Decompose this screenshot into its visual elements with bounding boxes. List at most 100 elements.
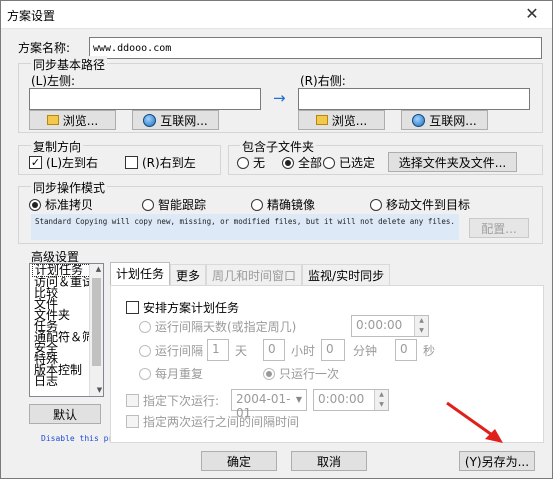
globe-icon: [143, 113, 157, 127]
copy-direction-title: 复制方向: [31, 138, 84, 155]
exact-mirror-label: 精确镜像: [267, 198, 316, 212]
run-once-radio[interactable]: 只运行一次: [263, 365, 339, 382]
radio-icon: [139, 344, 151, 357]
tab-monitor-realtime[interactable]: 监视/实时同步: [302, 264, 391, 285]
radio-icon: [323, 156, 335, 169]
monthly-repeat-radio[interactable]: 每月重复: [139, 365, 203, 382]
chevron-down-icon[interactable]: ▼: [292, 390, 306, 410]
interval-days-radio[interactable]: 运行间隔天数(或指定周几): [139, 318, 296, 335]
checkbox-empty-icon: [126, 394, 139, 407]
default-button[interactable]: 默认: [29, 404, 101, 424]
move-files-label: 移动文件到目标: [386, 198, 471, 212]
scroll-up-icon: ▲: [95, 265, 102, 273]
checkbox-empty-icon: [125, 156, 138, 169]
between-runs-checkbox[interactable]: 指定两次运行之间的间隔时间: [126, 413, 299, 430]
select-folders-button[interactable]: 选择文件夹及文件...: [388, 152, 517, 172]
config-button[interactable]: 配置...: [469, 218, 529, 238]
monthly-repeat-label: 每月重复: [155, 367, 204, 381]
radio-icon: [237, 156, 249, 169]
minute-unit: 分钟: [353, 344, 378, 358]
subfolders-title: 包含子文件夹: [240, 138, 317, 155]
next-run-label: 指定下次运行:: [143, 394, 220, 408]
left-internet-button[interactable]: 互联网...: [132, 110, 219, 130]
spinner-arrows-icon[interactable]: ▲ ▼: [414, 316, 428, 336]
run-interval-radio[interactable]: 运行间隔: [139, 342, 203, 359]
next-run-date-picker[interactable]: 2004-01-01 ▼: [231, 389, 307, 420]
subfolders-all-label: 全部: [298, 156, 323, 170]
folder-icon: [46, 115, 59, 125]
seconds-input[interactable]: 0: [395, 339, 417, 361]
tab-weekday-window[interactable]: 周几和时间窗口: [206, 264, 303, 285]
next-run-time-spinner[interactable]: 0:00:00 ▲ ▼: [313, 389, 389, 411]
left-to-right-checkbox[interactable]: ✓ (L)左到右: [29, 154, 98, 171]
hour-unit: 小时: [291, 344, 316, 358]
right-browse-button[interactable]: 浏览...: [298, 110, 385, 130]
right-internet-label: 互联网...: [429, 113, 477, 128]
minutes-input[interactable]: 0: [321, 339, 345, 361]
next-run-time-value: 0:00:00: [318, 392, 365, 406]
sync-mode-title: 同步操作模式: [31, 179, 108, 196]
checkmark-icon: ✓: [29, 156, 42, 169]
radio-icon: [251, 198, 263, 211]
sync-path-title: 同步基本路径: [31, 56, 108, 73]
interval-days-label: 运行间隔天数(或指定周几): [155, 320, 297, 334]
left-to-right-label: (L)左到右: [46, 156, 99, 170]
right-path-input[interactable]: [298, 88, 530, 110]
window-title: 方案设置: [7, 9, 56, 23]
tab-more[interactable]: 更多: [170, 264, 207, 285]
exact-mirror-radio[interactable]: 精确镜像: [251, 196, 315, 213]
left-path-input[interactable]: [29, 88, 261, 110]
subfolders-none-radio[interactable]: 无: [237, 154, 265, 171]
title-bar: 方案设置 ✕: [1, 1, 552, 29]
between-runs-label: 指定两次运行之间的间隔时间: [143, 415, 300, 429]
radio-selected-icon: [263, 367, 275, 380]
right-internet-button[interactable]: 互联网...: [401, 110, 488, 130]
left-path-label: (L)左侧:: [31, 74, 76, 88]
right-to-left-checkbox[interactable]: (R)右到左: [125, 154, 196, 171]
list-scrollbar[interactable]: ▲ ▼: [89, 264, 103, 396]
hours-input[interactable]: 0: [263, 339, 285, 361]
sync-mode-description: Standard Copying will copy new, missing,…: [31, 214, 459, 240]
globe-icon: [412, 113, 426, 127]
cancel-button[interactable]: 取消: [291, 451, 367, 471]
scheme-name-label: 方案名称:: [18, 41, 71, 55]
schedule-task-label: 安排方案计划任务: [143, 301, 240, 315]
interval-value-input[interactable]: 1: [207, 339, 229, 361]
left-browse-button[interactable]: 浏览...: [29, 110, 116, 130]
move-files-radio[interactable]: 移动文件到目标: [370, 196, 470, 213]
standard-copy-radio[interactable]: 标准拷贝: [29, 196, 93, 213]
ok-button[interactable]: 确定: [201, 451, 277, 471]
smart-track-radio[interactable]: 智能跟踪: [142, 196, 206, 213]
interval-days-time-value: 0:00:00: [356, 318, 403, 332]
subfolders-selected-radio[interactable]: 已选定: [323, 154, 375, 171]
radio-selected-icon: [282, 156, 294, 169]
annotation-arrow-icon: [446, 401, 503, 443]
close-icon[interactable]: ✕: [522, 4, 542, 24]
subfolders-selected-label: 已选定: [339, 156, 376, 170]
right-browse-label: 浏览...: [331, 113, 368, 128]
smart-track-label: 智能跟踪: [158, 198, 207, 212]
day-unit: 天: [235, 344, 248, 358]
checkbox-empty-icon: [126, 301, 139, 314]
radio-selected-icon: [29, 198, 41, 211]
checkbox-empty-icon: [126, 415, 139, 428]
next-run-checkbox[interactable]: 指定下次运行:: [126, 392, 219, 409]
subfolders-all-radio[interactable]: 全部: [282, 154, 322, 171]
sync-direction-arrow-icon: →: [273, 89, 286, 107]
scroll-thumb[interactable]: [92, 278, 101, 366]
right-to-left-label: (R)右到左: [142, 156, 196, 170]
right-path-label: (R)右侧:: [300, 74, 346, 88]
scheme-name-input[interactable]: [89, 37, 542, 59]
save-as-button[interactable]: (Y)另存为...: [459, 451, 535, 471]
advanced-category-list[interactable]: 计划任务 访问＆重试 比较 文件 文件夹 任务 通配符＆筛 安全 特殊 版本控制 日志 ▲ ▼: [29, 263, 104, 397]
radio-icon: [142, 198, 154, 211]
scheme-settings-dialog: 方案设置 ✕ 方案名称: 同步基本路径 (L)左侧: → (R)右侧: 浏览..…: [0, 0, 553, 479]
left-browse-label: 浏览...: [62, 113, 99, 128]
schedule-task-checkbox[interactable]: 安排方案计划任务: [126, 299, 239, 316]
radio-icon: [139, 320, 151, 333]
tab-schedule[interactable]: 计划任务: [110, 262, 171, 285]
second-unit: 秒: [423, 344, 436, 358]
scroll-down-icon: ▼: [96, 386, 103, 394]
interval-days-time-spinner[interactable]: 0:00:00 ▲ ▼: [351, 315, 429, 337]
spinner-arrows-icon[interactable]: ▲ ▼: [374, 390, 388, 410]
